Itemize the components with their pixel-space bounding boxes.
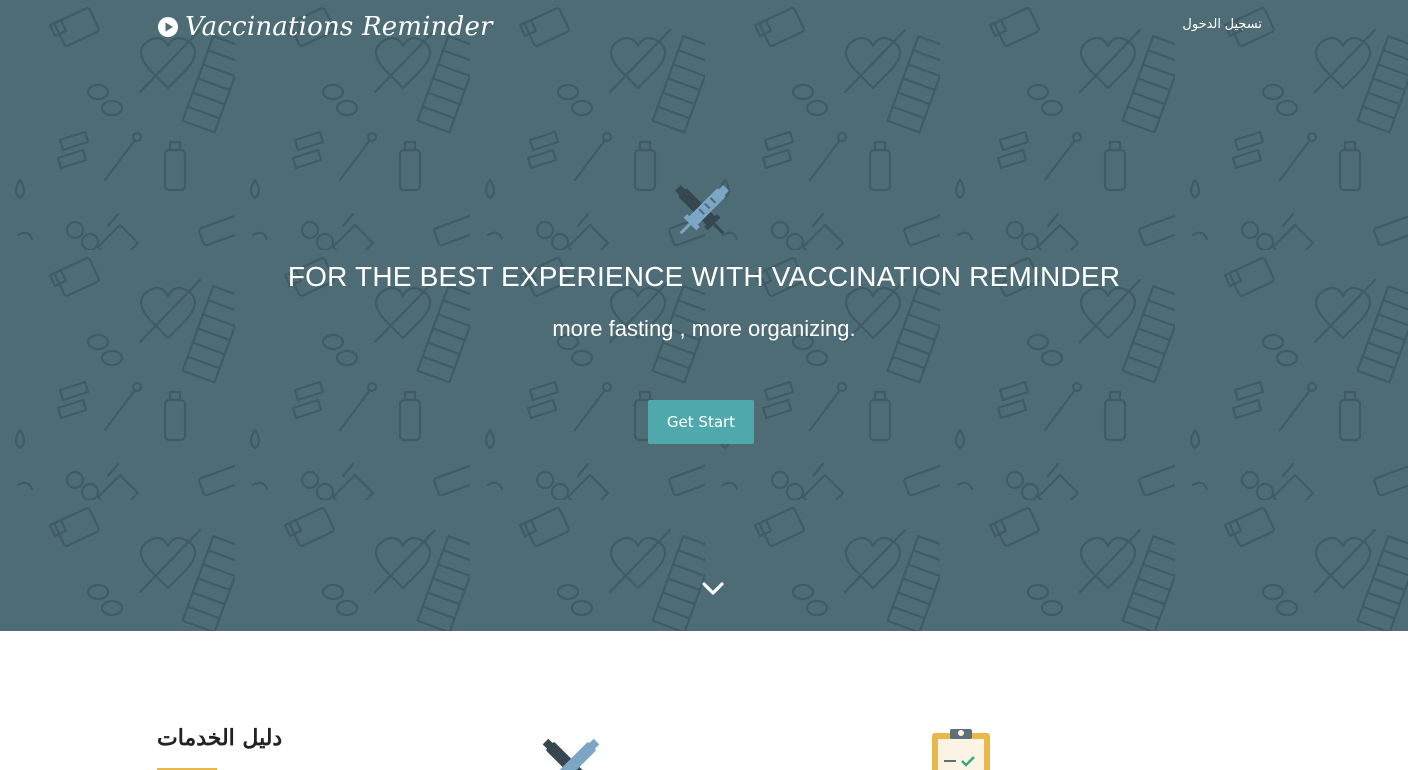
hero-subtitle: more fasting , more organizing.	[552, 316, 856, 341]
services-section: دليل الخدمات	[0, 631, 1408, 770]
clipboard-checklist-icon	[932, 729, 990, 770]
chevron-down-icon[interactable]	[700, 576, 726, 600]
services-title: دليل الخدمات	[157, 725, 283, 751]
login-link[interactable]: تسجيل الدخول	[1180, 15, 1262, 33]
vaccine-syringes-icon	[542, 738, 600, 770]
brand-name: Vaccinations Reminder	[185, 12, 493, 42]
brand-link[interactable]: Vaccinations Reminder	[157, 12, 493, 42]
hero-section: Vaccinations Reminder تسجيل الدخول FOR T…	[0, 0, 1408, 631]
get-start-button[interactable]: Get Start	[648, 400, 754, 444]
hero-title: FOR THE BEST EXPERIENCE WITH VACCINATION…	[287, 261, 1121, 292]
crossed-syringes-icon	[675, 185, 729, 235]
play-circle-icon	[158, 17, 178, 37]
